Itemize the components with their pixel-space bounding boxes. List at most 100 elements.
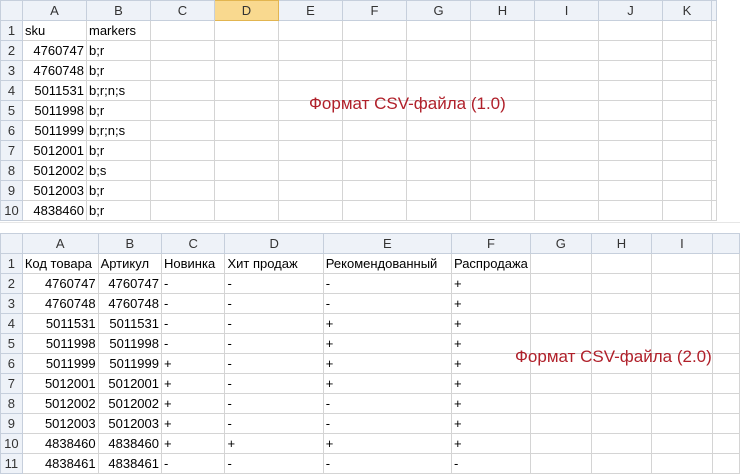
cell[interactable]: [342, 180, 407, 201]
cell[interactable]: [470, 120, 535, 141]
cell[interactable]: b;r: [86, 140, 151, 161]
cell[interactable]: +: [160, 393, 226, 414]
cell[interactable]: 4760747: [97, 273, 163, 294]
cell[interactable]: 4760748: [22, 60, 87, 81]
cell[interactable]: [662, 100, 712, 121]
cell[interactable]: [711, 120, 717, 141]
cell[interactable]: [590, 293, 653, 314]
cell[interactable]: +: [160, 413, 226, 434]
cell[interactable]: [278, 180, 343, 201]
cell[interactable]: [406, 120, 471, 141]
cell[interactable]: -: [224, 373, 324, 394]
cell[interactable]: -: [224, 393, 324, 414]
cell[interactable]: 5011999: [22, 120, 87, 141]
column-header-j[interactable]: J: [598, 0, 663, 21]
cell[interactable]: [711, 333, 740, 354]
cell[interactable]: [711, 293, 740, 314]
cell[interactable]: [711, 373, 740, 394]
column-header-b[interactable]: B: [97, 233, 163, 254]
column-header-i[interactable]: I: [651, 233, 713, 254]
cell[interactable]: 5012001: [21, 373, 99, 394]
cell[interactable]: [150, 20, 215, 41]
cell[interactable]: +: [322, 373, 452, 394]
cell[interactable]: [278, 60, 343, 81]
column-header-g[interactable]: G: [406, 0, 471, 21]
cell[interactable]: b;r;n;s: [86, 120, 151, 141]
cell[interactable]: [534, 200, 599, 221]
cell[interactable]: [470, 160, 535, 181]
cell[interactable]: [651, 293, 713, 314]
cell[interactable]: [214, 40, 279, 61]
cell[interactable]: [662, 20, 712, 41]
cell[interactable]: [651, 433, 713, 454]
cell[interactable]: -: [160, 273, 226, 294]
cell[interactable]: [529, 293, 592, 314]
cell[interactable]: -: [160, 313, 226, 334]
cell[interactable]: [598, 80, 663, 101]
row-header[interactable]: 7: [0, 140, 23, 161]
cell[interactable]: b;s: [86, 160, 151, 181]
column-header-d[interactable]: D: [224, 233, 324, 254]
cell[interactable]: b;r: [86, 180, 151, 201]
cell[interactable]: [342, 160, 407, 181]
cell[interactable]: +: [224, 433, 324, 454]
column-header-b[interactable]: B: [86, 0, 151, 21]
cell[interactable]: +: [450, 433, 531, 454]
cell[interactable]: [598, 160, 663, 181]
cell[interactable]: [598, 140, 663, 161]
cell[interactable]: +: [450, 413, 531, 434]
cell[interactable]: [529, 433, 592, 454]
row-header[interactable]: 5: [0, 100, 23, 121]
cell[interactable]: [214, 200, 279, 221]
cell[interactable]: Распродажа: [450, 253, 531, 274]
cell[interactable]: [662, 40, 712, 61]
cell[interactable]: [214, 60, 279, 81]
cell[interactable]: [651, 273, 713, 294]
cell[interactable]: 5012003: [97, 413, 163, 434]
column-header-h[interactable]: H: [590, 233, 653, 254]
cell[interactable]: [150, 100, 215, 121]
row-header[interactable]: 10: [0, 433, 23, 454]
cell[interactable]: +: [322, 353, 452, 374]
cell[interactable]: 5011531: [97, 313, 163, 334]
row-header[interactable]: 6: [0, 120, 23, 141]
cell[interactable]: [342, 20, 407, 41]
cell[interactable]: markers: [86, 20, 151, 41]
cell[interactable]: [406, 20, 471, 41]
cell[interactable]: [590, 313, 653, 334]
cell[interactable]: [651, 393, 713, 414]
cell[interactable]: Артикул: [97, 253, 163, 274]
cell[interactable]: [406, 180, 471, 201]
column-header-g[interactable]: G: [529, 233, 592, 254]
cell[interactable]: [534, 20, 599, 41]
cell[interactable]: +: [160, 433, 226, 454]
cell[interactable]: [711, 353, 740, 374]
cell[interactable]: -: [322, 273, 452, 294]
cell[interactable]: [150, 200, 215, 221]
cell[interactable]: [150, 180, 215, 201]
cell[interactable]: [214, 180, 279, 201]
cell[interactable]: b;r: [86, 100, 151, 121]
row-header[interactable]: 9: [0, 413, 23, 434]
cell[interactable]: [470, 140, 535, 161]
cell[interactable]: -: [160, 293, 226, 314]
cell[interactable]: [342, 120, 407, 141]
cell[interactable]: [651, 313, 713, 334]
cell[interactable]: [711, 100, 717, 121]
column-header-c[interactable]: C: [160, 233, 226, 254]
cell[interactable]: Хит продаж: [224, 253, 324, 274]
cell[interactable]: [662, 140, 712, 161]
cell[interactable]: [150, 80, 215, 101]
cell[interactable]: [214, 80, 279, 101]
cell[interactable]: [278, 140, 343, 161]
cell[interactable]: 5012003: [22, 180, 87, 201]
cell[interactable]: [662, 60, 712, 81]
cell[interactable]: [214, 20, 279, 41]
cell[interactable]: [662, 80, 712, 101]
cell[interactable]: [342, 40, 407, 61]
cell[interactable]: 5011998: [21, 333, 99, 354]
cell[interactable]: 4760747: [21, 273, 99, 294]
row-header[interactable]: 5: [0, 333, 23, 354]
cell[interactable]: -: [224, 293, 324, 314]
cell[interactable]: sku: [22, 20, 87, 41]
